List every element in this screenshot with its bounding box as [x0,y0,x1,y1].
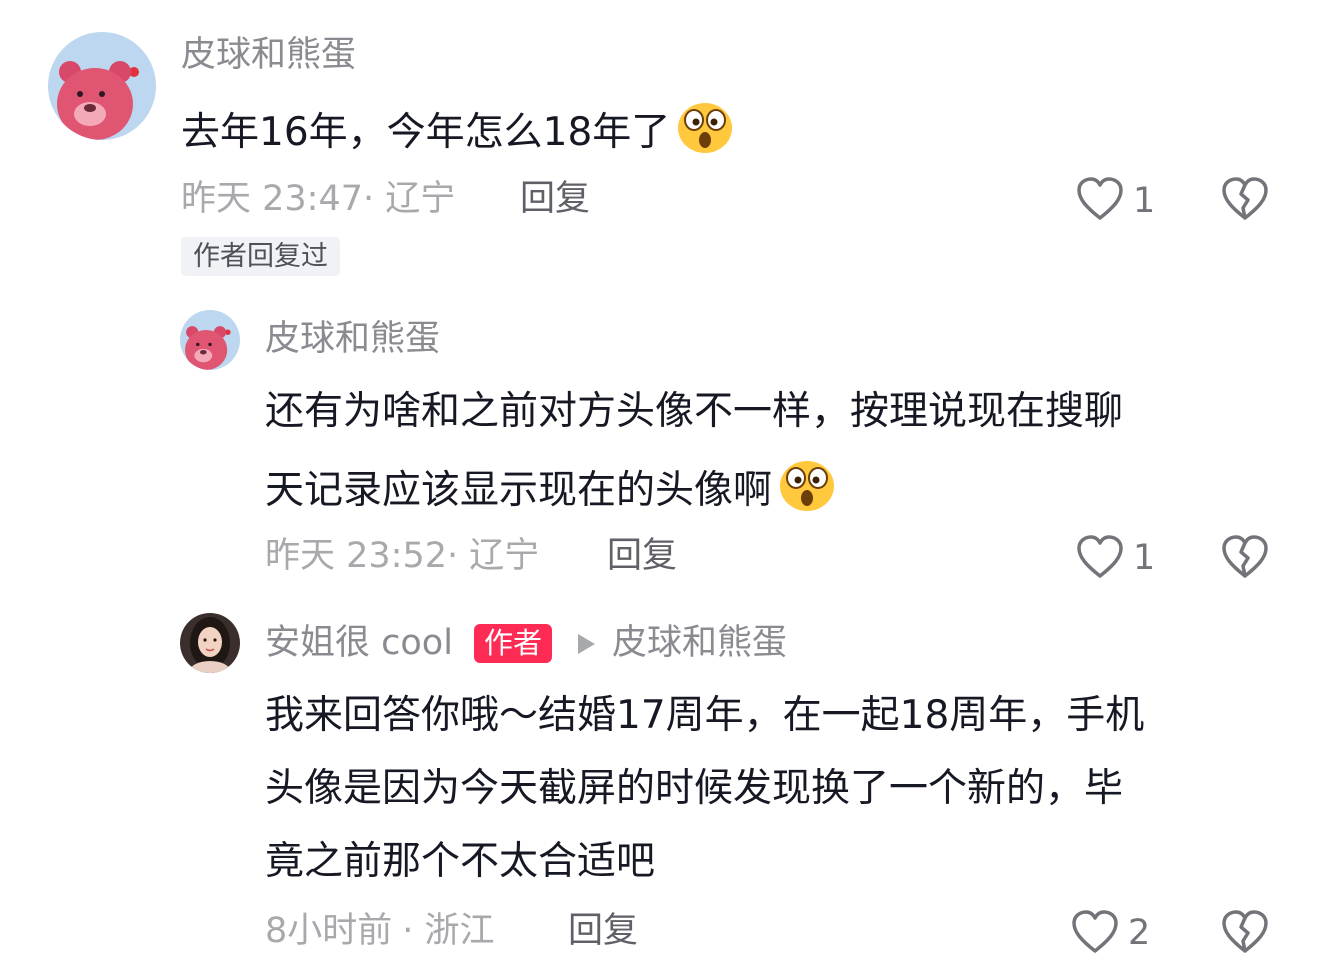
comment-username[interactable]: 皮球和熊蛋 [181,38,356,73]
avatar-lotso-bear[interactable] [180,310,240,370]
heart-outline-icon[interactable] [1076,534,1124,580]
play-arrow-icon [578,634,595,654]
like-count: 1 [1133,538,1156,578]
comment-username[interactable]: 安姐很 cool [265,626,453,661]
heart-outline-icon[interactable] [1071,909,1119,955]
avatar-author[interactable] [180,613,240,673]
comment-text-line-1: 我来回答你哦～结婚17周年，在一起18周年，手机 [265,693,1145,738]
comment-location: · 辽宁 [363,179,456,219]
like-count: 1 [1133,181,1156,221]
heart-outline-icon[interactable] [1076,176,1124,222]
astonished-emoji-icon [676,100,734,161]
comment-text-line-2: 头像是因为今天截屏的时候发现换了一个新的，毕 [265,766,1124,811]
author-badge: 作者 [474,624,553,663]
comment-meta: 8小时前 · 浙江 [265,914,495,949]
comment-location: · 辽宁 [447,536,540,576]
comment-time: 昨天 23:47 [181,179,363,219]
avatar-lotso-bear[interactable] [48,32,156,140]
comment-location: · 浙江 [402,911,495,951]
comment-text-body: 去年16年，今年怎么18年了 [181,110,671,155]
astonished-emoji-icon [778,458,836,519]
comment-time: 昨天 23:52 [265,536,447,576]
comment-text: 去年16年，今年怎么18年了 [181,103,734,165]
comment-username[interactable]: 皮球和熊蛋 [265,322,440,357]
broken-heart-icon[interactable] [1221,909,1269,955]
comment-meta: 昨天 23:47· 辽宁 [181,182,455,217]
broken-heart-icon[interactable] [1221,534,1269,580]
like-count: 2 [1128,913,1151,953]
reply-to-username[interactable]: 皮球和熊蛋 [612,626,787,661]
reply-button[interactable]: 回复 [607,539,677,574]
comment-text-line-1: 还有为啥和之前对方头像不一样，按理说现在搜聊 [265,389,1124,434]
comment-meta: 昨天 23:52· 辽宁 [265,539,539,574]
comment-time: 8小时前 [265,911,393,951]
comment-text-line-3: 竟之前那个不太合适吧 [265,839,656,884]
comment-text-body: 天记录应该显示现在的头像啊 [265,468,773,513]
author-replied-tag: 作者回复过 [181,237,340,276]
reply-button[interactable]: 回复 [568,914,638,949]
comment-text-line-2: 天记录应该显示现在的头像啊 [265,461,836,523]
reply-button[interactable]: 回复 [520,182,590,217]
broken-heart-icon[interactable] [1221,176,1269,222]
